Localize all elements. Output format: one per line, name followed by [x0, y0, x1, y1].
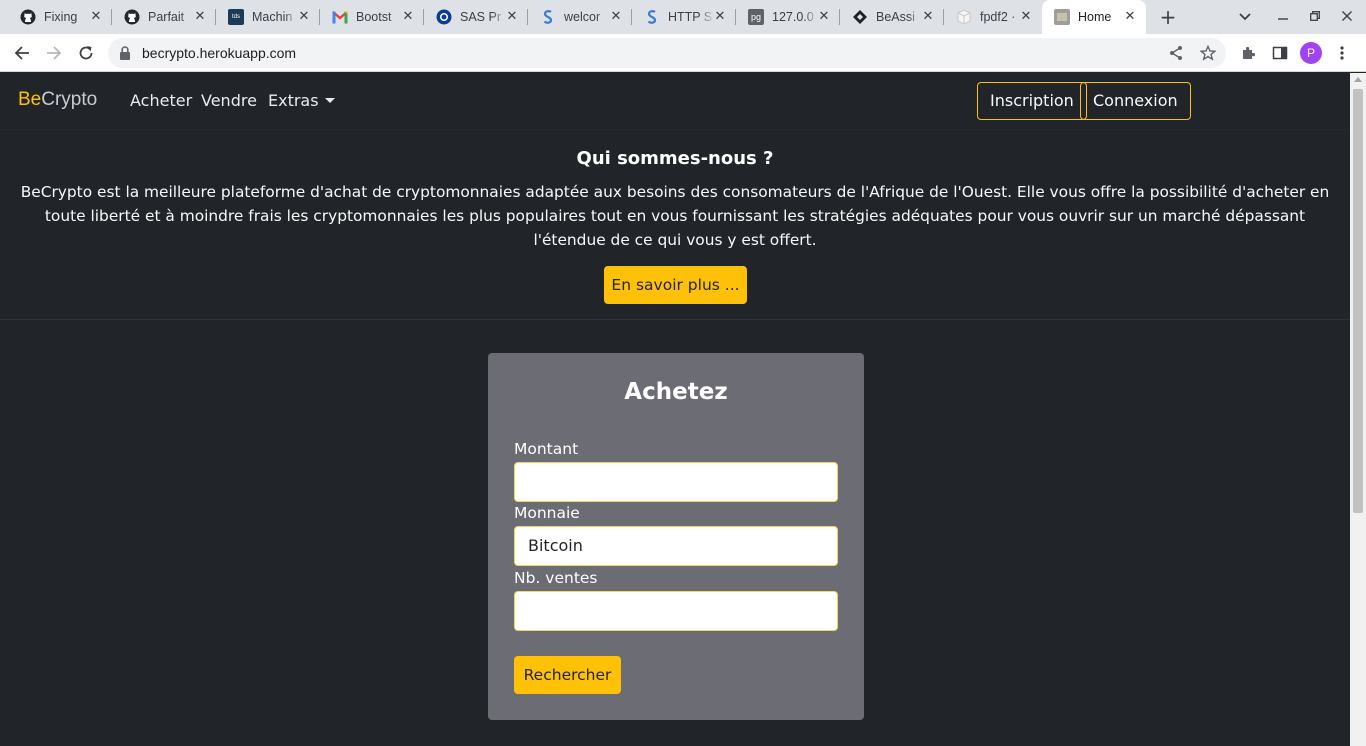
nav-link-sell[interactable]: Vendre [201, 91, 257, 110]
pg-icon-text: pg [750, 12, 761, 22]
tab-title: Machin [252, 10, 293, 24]
close-icon[interactable]: ✕ [920, 9, 936, 25]
currency-label: Monnaie [514, 504, 580, 522]
browser-tab[interactable]: fpdf2 · ✕ [944, 0, 1042, 34]
close-icon[interactable]: ✕ [296, 9, 312, 25]
becrypto-favicon [1054, 9, 1070, 25]
s-logo-icon [644, 9, 660, 25]
browser-tab[interactable]: Fixing ✕ [8, 0, 112, 34]
tab-title: Bootst [356, 10, 392, 24]
sales-count-label: Nb. ventes [514, 569, 598, 587]
close-icon[interactable]: ✕ [816, 9, 832, 25]
github-icon [20, 9, 36, 25]
brand-prefix: Be [18, 89, 42, 110]
close-icon[interactable]: ✕ [88, 9, 104, 25]
forward-arrow-icon[interactable] [42, 41, 66, 65]
browser-tab[interactable]: pg 127.0.0 ✕ [736, 0, 840, 34]
web-page: BeCrypto Acheter Vendre Extras Inscripti… [0, 73, 1350, 746]
browser-tab[interactable]: HTTP S ✕ [632, 0, 736, 34]
close-icon[interactable]: ✕ [504, 9, 520, 25]
url-text: becrypto.herokuapp.com [142, 45, 297, 61]
close-icon[interactable]: ✕ [712, 9, 728, 25]
currency-input[interactable]: Bitcoin [514, 526, 838, 566]
bookmark-star-icon[interactable] [1196, 41, 1220, 65]
browser-tab-strip: Fixing ✕ Parfait ✕ tds Machin ✕ Bootst ✕… [0, 0, 1366, 34]
diamond-icon [852, 9, 868, 25]
learn-more-button[interactable]: En savoir plus ... [604, 266, 747, 304]
about-text: BeCrypto est la meilleure plateforme d'a… [20, 183, 1330, 249]
tab-title: welcor [564, 10, 601, 24]
profile-avatar[interactable]: P [1300, 42, 1322, 64]
tab-title: 127.0.0 [772, 10, 814, 24]
close-icon[interactable]: ✕ [400, 9, 416, 25]
restore-icon[interactable] [1304, 6, 1326, 28]
tds-icon: tds [228, 9, 244, 25]
close-icon[interactable]: ✕ [192, 9, 208, 25]
amount-input[interactable] [514, 462, 838, 502]
close-icon[interactable]: ✕ [608, 9, 624, 25]
gmail-icon [332, 9, 348, 25]
site-navbar: BeCrypto Acheter Vendre Extras Inscripti… [0, 73, 1350, 129]
share-icon[interactable] [1164, 41, 1188, 65]
sas-icon [436, 9, 452, 25]
scrollbar-thumb[interactable] [1353, 89, 1363, 513]
new-tab-icon[interactable]: + [1156, 5, 1180, 29]
close-window-icon[interactable] [1336, 6, 1358, 28]
buy-form-title: Achetez [624, 379, 728, 405]
close-icon[interactable]: ✕ [1018, 9, 1034, 25]
tab-title: SAS Pr [460, 10, 501, 24]
github-icon [124, 9, 140, 25]
close-icon[interactable]: ✕ [1122, 9, 1138, 25]
sales-count-input[interactable] [514, 591, 838, 631]
about-title: Qui sommes-nous ? [576, 148, 774, 169]
tab-title: Home [1078, 10, 1112, 24]
login-button[interactable]: Connexion [1080, 82, 1191, 120]
browser-tab[interactable]: welcor ✕ [528, 0, 632, 34]
nav-dropdown-extras[interactable]: Extras [268, 91, 335, 110]
page-scrollbar[interactable] [1350, 73, 1366, 746]
pg-icon: pg [748, 9, 764, 25]
side-panel-icon[interactable] [1268, 41, 1292, 65]
tab-title: BeAssi [876, 10, 915, 24]
nav-dropdown-extras-label: Extras [268, 91, 319, 110]
site-brand[interactable]: BeCrypto [18, 89, 97, 111]
browser-tab[interactable]: Parfait ✕ [112, 0, 216, 34]
brand-suffix: Crypto [41, 89, 98, 110]
browser-tab[interactable]: SAS Pr ✕ [424, 0, 528, 34]
extensions-icon[interactable] [1236, 41, 1260, 65]
browser-tab-active[interactable]: Home ✕ [1042, 0, 1146, 34]
amount-label: Montant [514, 440, 579, 458]
signup-button[interactable]: Inscription [977, 82, 1087, 120]
tab-title: Parfait [148, 10, 185, 24]
search-button[interactable]: Rechercher [514, 656, 621, 694]
browser-tab[interactable]: Bootst ✕ [320, 0, 424, 34]
nav-link-buy[interactable]: Acheter [130, 91, 192, 110]
lock-icon[interactable] [118, 45, 134, 61]
tds-icon-text: tds [231, 14, 240, 20]
browser-toolbar: becrypto.herokuapp.com P [0, 34, 1366, 72]
kebab-menu-icon[interactable] [1330, 41, 1354, 65]
tab-title: Fixing [44, 10, 78, 24]
cube-icon [956, 9, 972, 25]
address-bar[interactable]: becrypto.herokuapp.com [108, 38, 1226, 68]
about-section: Qui sommes-nous ? BeCrypto est la meille… [0, 129, 1350, 320]
tab-search-icon[interactable] [1234, 6, 1256, 28]
minimize-icon[interactable] [1272, 6, 1294, 28]
buy-form-card: Achetez Montant Monnaie Bitcoin Nb. vent… [488, 353, 864, 720]
back-arrow-icon[interactable] [10, 41, 34, 65]
browser-tab[interactable]: tds Machin ✕ [216, 0, 320, 34]
browser-tab[interactable]: BeAssi ✕ [840, 0, 944, 34]
scroll-up-arrow-icon[interactable] [1354, 77, 1362, 82]
reload-icon[interactable] [74, 41, 98, 65]
tab-title: HTTP S [668, 10, 713, 24]
s-logo-icon [540, 9, 556, 25]
